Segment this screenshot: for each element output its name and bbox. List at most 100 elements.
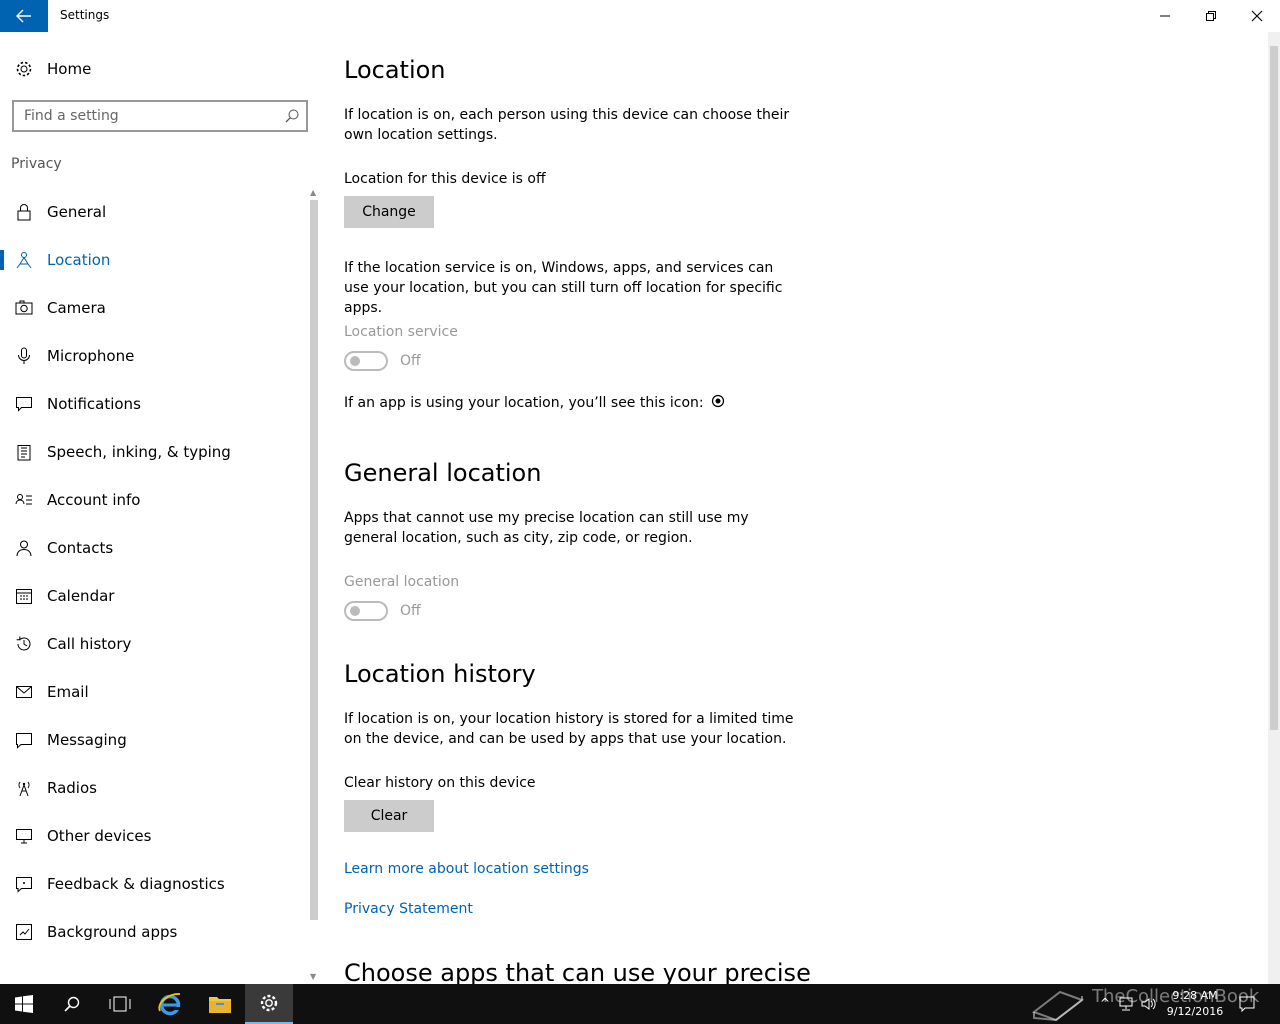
gear-icon	[260, 994, 278, 1012]
sidebar-item-label: Notifications	[47, 395, 141, 413]
general-location-toggle[interactable]	[344, 601, 388, 621]
sidebar-item-general[interactable]: General	[0, 188, 306, 236]
search-icon	[64, 996, 80, 1012]
location-service-state: Off	[400, 353, 421, 369]
sidebar-item-label: Account info	[47, 491, 141, 509]
minimize-button[interactable]	[1142, 0, 1188, 32]
general-location-heading: General location	[344, 459, 542, 487]
learn-more-link[interactable]: Learn more about location settings	[344, 861, 589, 877]
privacy-statement-link[interactable]: Privacy Statement	[344, 901, 473, 917]
close-button[interactable]	[1234, 0, 1280, 32]
feedback-icon	[16, 877, 32, 893]
main-scroll-thumb[interactable]	[1270, 46, 1278, 730]
sidebar-item-label: Call history	[47, 635, 132, 653]
action-center-icon[interactable]	[1238, 995, 1256, 1013]
scroll-up-arrow-icon[interactable]: ▲	[310, 188, 316, 197]
sidebar-item-label: Other devices	[47, 827, 152, 845]
clear-button[interactable]: Clear	[344, 800, 434, 832]
internet-explorer-button[interactable]	[146, 984, 194, 1024]
service-description: If the location service is on, Windows, …	[344, 260, 783, 316]
sidebar-item-account-info[interactable]: Account info	[0, 476, 306, 524]
sidebar-item-label: Location	[47, 251, 111, 269]
sidebar-scroll-thumb[interactable]	[310, 200, 318, 920]
radio-tower-icon	[18, 781, 30, 797]
restore-button[interactable]	[1188, 0, 1234, 32]
general-location-state: Off	[400, 603, 421, 619]
sidebar-item-call-history[interactable]: Call history	[0, 620, 306, 668]
settings-taskbar-button[interactable]	[245, 984, 293, 1024]
mail-icon	[16, 686, 32, 698]
sidebar-item-speech[interactable]: Speech, inking, & typing	[0, 428, 306, 476]
sidebar-item-calendar[interactable]: Calendar	[0, 572, 306, 620]
sidebar-item-camera[interactable]: Camera	[0, 284, 306, 332]
camera-icon	[15, 300, 33, 315]
sidebar-item-label: Messaging	[47, 731, 127, 749]
choose-apps-heading: Choose apps that can use your precise	[344, 959, 811, 984]
back-button[interactable]	[0, 0, 48, 32]
search-taskbar-button[interactable]	[48, 984, 96, 1024]
sidebar-item-label: Feedback & diagnostics	[47, 875, 225, 893]
sidebar-item-label: Speech, inking, & typing	[47, 443, 231, 461]
sidebar-item-label: Microphone	[47, 347, 135, 365]
clipboard-icon	[17, 445, 31, 461]
sidebar-item-notifications[interactable]: Notifications	[0, 380, 306, 428]
sidebar-item-feedback[interactable]: Feedback & diagnostics	[0, 860, 306, 908]
active-indicator	[0, 250, 4, 270]
sidebar-scrollbar[interactable]: ▲ ▼	[308, 188, 320, 984]
calendar-icon	[16, 589, 32, 604]
general-location-label: General location	[344, 574, 460, 590]
history-icon	[16, 636, 31, 651]
home-nav-item[interactable]: Home	[0, 50, 320, 88]
clock-time: 9:28 AM	[1172, 989, 1218, 1002]
sidebar-item-label: Email	[47, 683, 89, 701]
sidebar-item-label: Radios	[47, 779, 97, 797]
back-arrow-icon	[16, 9, 31, 23]
volume-icon[interactable]	[1140, 996, 1158, 1012]
sidebar-item-email[interactable]: Email	[0, 668, 306, 716]
task-view-button[interactable]	[96, 984, 144, 1024]
scroll-down-arrow-icon[interactable]: ▼	[310, 972, 316, 981]
windows-logo-icon	[15, 995, 33, 1013]
general-location-description: Apps that cannot use my precise location…	[344, 510, 749, 546]
taskbar: TheCollectionBook ^ 9:28 AM 9/12/2016	[0, 984, 1280, 1024]
sidebar-item-location[interactable]: Location	[0, 236, 306, 284]
privacy-nav-list: General Location Camera Microphone Notif…	[0, 188, 306, 956]
location-service-toggle[interactable]	[344, 351, 388, 371]
book-watermark-icon	[1031, 990, 1085, 1022]
clock[interactable]: 9:28 AM 9/12/2016	[1160, 988, 1230, 1020]
clear-history-label: Clear history on this device	[344, 775, 536, 791]
close-icon	[1251, 10, 1263, 22]
network-icon[interactable]	[1118, 996, 1134, 1012]
chevron-up-icon[interactable]: ^	[1100, 996, 1110, 1010]
search-box[interactable]	[12, 100, 308, 132]
start-button[interactable]	[0, 984, 48, 1024]
sidebar-item-background-apps[interactable]: Background apps	[0, 908, 306, 956]
main-scrollbar[interactable]	[1268, 32, 1280, 984]
location-service-label: Location service	[344, 324, 458, 340]
gear-icon	[16, 61, 32, 77]
sidebar: Home Privacy General Location Camera Mic…	[0, 32, 320, 984]
lock-icon	[17, 204, 31, 221]
location-icon-notice-text: If an app is using your location, you’ll…	[344, 395, 704, 411]
notification-icon	[16, 397, 32, 412]
sidebar-item-other-devices[interactable]: Other devices	[0, 812, 306, 860]
toggle-knob	[350, 606, 360, 616]
change-button[interactable]: Change	[344, 196, 434, 228]
location-heading: Location	[344, 56, 446, 84]
sidebar-item-contacts[interactable]: Contacts	[0, 524, 306, 572]
title-bar: Settings	[0, 0, 1280, 32]
clock-date: 9/12/2016	[1166, 1005, 1224, 1018]
search-input[interactable]	[24, 108, 274, 124]
sidebar-item-radios[interactable]: Radios	[0, 764, 306, 812]
location-in-use-icon	[711, 394, 725, 408]
main-content: Location If location is on, each person …	[320, 32, 1268, 984]
background-apps-icon	[16, 924, 32, 940]
sidebar-item-messaging[interactable]: Messaging	[0, 716, 306, 764]
contacts-icon	[16, 540, 32, 557]
search-icon[interactable]	[284, 108, 300, 124]
file-explorer-button[interactable]	[196, 984, 244, 1024]
message-icon	[16, 733, 32, 749]
sidebar-item-label: Camera	[47, 299, 106, 317]
sidebar-item-microphone[interactable]: Microphone	[0, 332, 306, 380]
home-label: Home	[47, 60, 92, 78]
